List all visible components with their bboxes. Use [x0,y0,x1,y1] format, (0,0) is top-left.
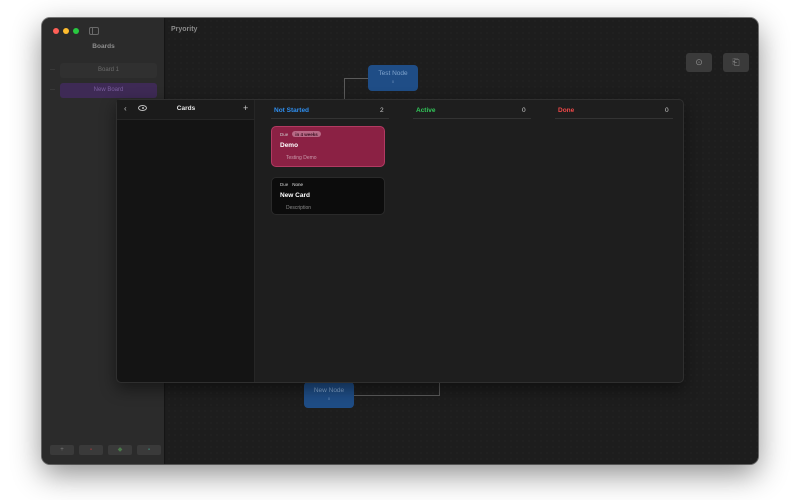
column-divider [555,118,673,119]
export-button[interactable]: ⎗ [723,53,749,72]
board-marker: — [50,67,55,73]
settings-button[interactable]: ▪ [137,445,161,455]
download-icon: ⊙ [695,57,703,67]
card-description: Description [286,205,312,211]
due-value: None [292,182,304,187]
column-header-done: Done [558,107,575,114]
settings-icon: ▪ [147,447,151,453]
edge-connector [354,395,440,396]
card-demo[interactable]: Due in 4 weeks Demo Testing Demo [271,126,385,167]
sidebar-bottom-toolbar: + ▪ ◆ ▪ [50,445,161,455]
board-marker: — [50,87,55,93]
export-icon: ⎗ [732,57,740,67]
app-title: Pryority [171,26,198,33]
add-card-icon[interactable]: + [243,103,248,113]
trash-icon: ▪ [89,447,93,453]
tag-button[interactable]: ◆ [108,445,132,455]
due-label: Due [280,131,289,137]
column-count: 0 [522,107,526,114]
sidebar-item-new-board[interactable]: — New Board [50,83,157,98]
card-title: Demo [280,142,299,149]
sidebar-item-label: New Board [93,87,124,93]
cards-header: ‹ Cards + [117,100,254,120]
column-divider [271,118,389,119]
window-controls [53,28,79,34]
node-count: 0 [327,396,331,401]
sidebar-item-board-1[interactable]: — Board 1 [50,63,157,78]
due-label: Due [280,182,289,187]
minimize-window-button[interactable] [63,28,69,34]
node-label: New Node [313,387,345,394]
sidebar-heading: Boards [92,43,115,50]
sidebar-toggle-icon[interactable] [89,27,99,35]
cards-title: Cards [176,105,196,112]
card-title: New Card [280,192,310,199]
plus-icon: + [60,447,64,453]
canvas-node-test[interactable]: Test Node 0 [368,65,418,91]
column-count: 2 [380,107,384,114]
edge-connector [439,382,440,396]
app-window: Boards — Board 1 — New Board + ▪ ◆ ▪ Pry… [42,18,758,464]
column-header-active: Active [416,107,436,114]
node-label: Test Node [378,70,408,77]
zoom-window-button[interactable] [73,28,79,34]
node-count: 0 [391,79,395,84]
card-new-card[interactable]: Due None New Card Description [271,177,385,215]
add-board-button[interactable]: + [50,445,74,455]
due-badge: in 4 weeks [292,131,321,137]
close-window-button[interactable] [53,28,59,34]
column-header-not-started: Not Started [274,107,310,114]
tag-icon: ◆ [117,447,123,453]
download-button[interactable]: ⊙ [686,53,712,72]
cards-sidebar: ‹ Cards + [117,100,255,382]
card-description: Testing Demo [286,155,317,161]
delete-board-button[interactable]: ▪ [79,445,103,455]
sidebar-item-label: Board 1 [97,67,119,73]
due-row: Due None [280,182,376,187]
column-count: 0 [665,107,669,114]
column-divider [413,118,531,119]
edge-connector [344,78,368,79]
canvas-node-new[interactable]: New Node 0 [304,382,354,408]
edge-connector [344,78,345,100]
due-row: Due in 4 weeks [280,131,376,137]
cards-panel: ‹ Cards + Not Started 2 Active 0 Done 0 … [116,99,684,383]
